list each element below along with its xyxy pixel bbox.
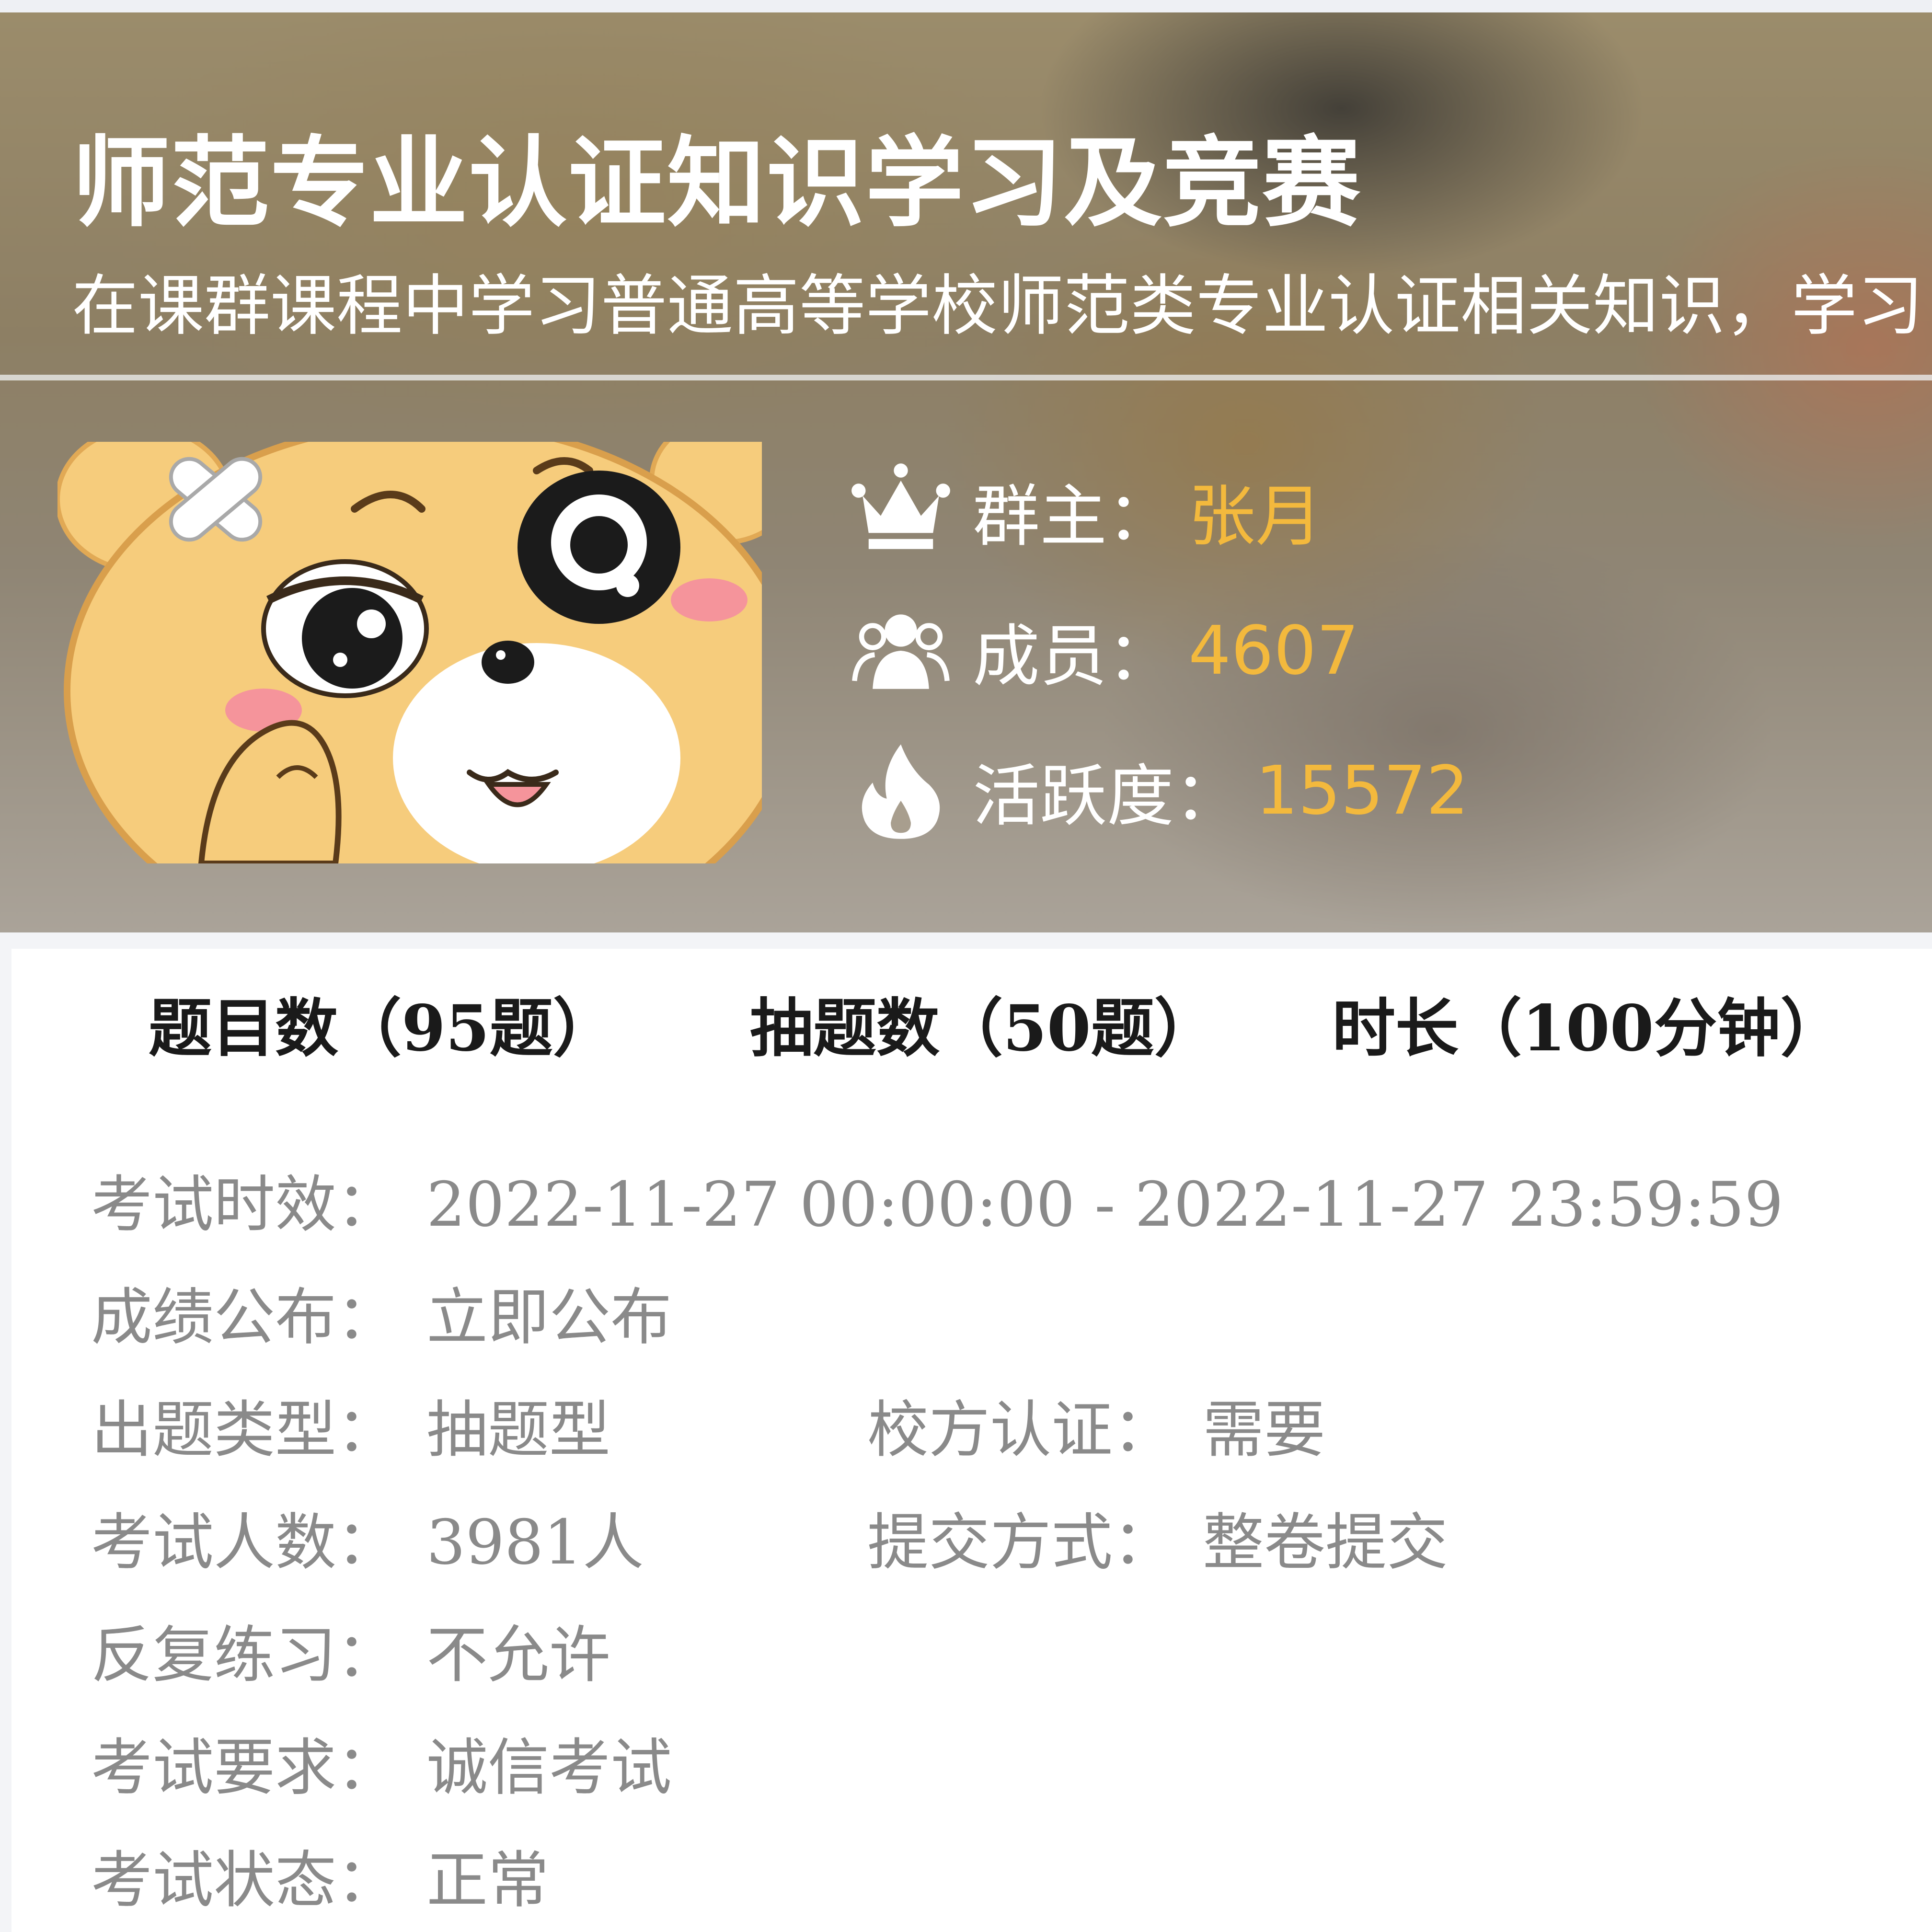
publish-label: 成绩公布： [91, 1282, 398, 1353]
exam-detail-page: 师范专业认证知识学习及竞赛 在课群课程中学习普通高等学校师范类专业认证相关知识，… [0, 0, 1932, 1932]
top-strip [0, 0, 1932, 12]
count-value: 3981人 [426, 1507, 644, 1578]
activity-label: 活跃度： [973, 758, 1242, 836]
time-label: 考试时效： [91, 1169, 398, 1241]
requirement-label: 考试要求： [91, 1732, 398, 1804]
time-value: 2022-11-27 00:00:00 - 2022-11-27 23:59:5… [426, 1169, 1783, 1241]
owner-name: 张月 [1188, 478, 1323, 556]
detail-time: 考试时效： 2022-11-27 00:00:00 - 2022-11-27 23… [91, 1155, 1783, 1243]
group-header: 师范专业认证知识学习及竞赛 在课群课程中学习普通高等学校师范类专业认证相关知识，… [0, 12, 1932, 932]
draw-count: 抽题数（50题） [750, 991, 1218, 1066]
status-value: 正常 [426, 1845, 550, 1916]
status-label: 考试状态： [91, 1845, 398, 1916]
duration: 时长（100分钟） [1332, 991, 1844, 1066]
detail-requirement: 考试要求： 诚信考试 [91, 1718, 672, 1806]
detail-submit: 提交方式： 整卷提交 [867, 1493, 1448, 1581]
publish-value: 立即公布 [426, 1282, 672, 1353]
stat-activity: 活跃度： 15572 [848, 738, 1469, 843]
detail-type: 出题类型： 抽题型 [91, 1380, 610, 1469]
stat-members: 成员： 4607 [848, 598, 1359, 703]
group-title: 师范专业认证知识学习及竞赛 [72, 126, 1361, 241]
bear-avatar-image [58, 442, 762, 863]
members-label: 成员： [973, 618, 1174, 696]
school-auth-value: 需要 [1203, 1394, 1326, 1466]
submit-label: 提交方式： [867, 1507, 1174, 1578]
group-avatar [58, 442, 762, 863]
owner-label: 群主： [973, 478, 1174, 556]
count-label: 考试人数： [91, 1507, 398, 1578]
group-description: 在课群课程中学习普通高等学校师范类专业认证相关知识，学习 [72, 267, 1924, 345]
submit-value: 整卷提交 [1203, 1507, 1449, 1578]
repeat-value: 不允许 [426, 1620, 611, 1691]
school-auth-label: 校方认证： [867, 1394, 1174, 1466]
type-label: 出题类型： [91, 1394, 398, 1466]
members-icon [848, 598, 954, 703]
crown-icon [848, 458, 954, 564]
detail-publish: 成绩公布： 立即公布 [91, 1267, 672, 1356]
detail-repeat: 反复练习： 不允许 [91, 1605, 610, 1694]
question-count: 题目数（95题） [149, 991, 616, 1066]
flame-icon [848, 738, 954, 843]
detail-status: 考试状态： 正常 [91, 1830, 549, 1919]
repeat-label: 反复练习： [91, 1620, 398, 1691]
stat-owner: 群主： 张月 [848, 458, 1322, 564]
members-count: 4607 [1188, 611, 1359, 690]
type-value: 抽题型 [426, 1394, 611, 1466]
activity-value: 15572 [1255, 751, 1469, 830]
requirement-value: 诚信考试 [426, 1732, 672, 1804]
detail-count: 考试人数： 3981人 [91, 1493, 644, 1581]
header-divider [0, 375, 1932, 380]
detail-school-auth: 校方认证： 需要 [867, 1380, 1325, 1469]
